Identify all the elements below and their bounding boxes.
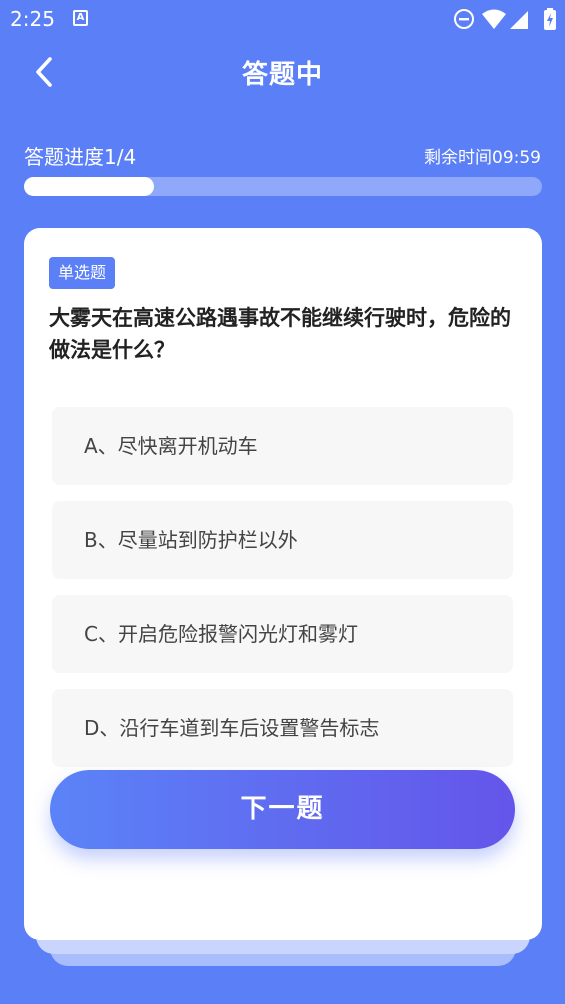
notification-icon: A [73,10,88,26]
next-question-button[interactable]: 下一题 [50,770,515,849]
status-bar: 2:25 A [0,0,565,38]
status-time: 2:25 [10,7,55,31]
question-type-badge: 单选题 [49,257,116,289]
page-title: 答题中 [241,60,323,90]
do-not-disturb-icon [454,9,474,29]
option-d[interactable]: D、沿行车道到车后设置警告标志 [52,689,513,767]
cellular-signal-icon [510,11,528,29]
question-card: 单选题 大雾天在高速公路遇事故不能继续行驶时，危险的做法是什么？ A、尽快离开机… [24,228,542,940]
wifi-icon [482,9,506,29]
time-remaining: 剩余时间09:59 [424,148,541,168]
progress-label: 答题进度1/4 [24,145,137,169]
option-c[interactable]: C、开启危险报警闪光灯和雾灯 [52,595,513,673]
progress-bar [24,177,542,196]
question-text: 大雾天在高速公路遇事故不能继续行驶时，危险的做法是什么？ [49,306,511,362]
option-a[interactable]: A、尽快离开机动车 [52,407,513,485]
option-b[interactable]: B、尽量站到防护栏以外 [52,501,513,579]
progress-bar-fill [24,177,154,196]
screen: 2:25 A 答题中 答题进度1/4 剩余时间09:59 单选题 大雾天在高速公… [0,0,565,1004]
header: 答题中 [0,40,565,104]
battery-charging-icon [544,8,556,30]
